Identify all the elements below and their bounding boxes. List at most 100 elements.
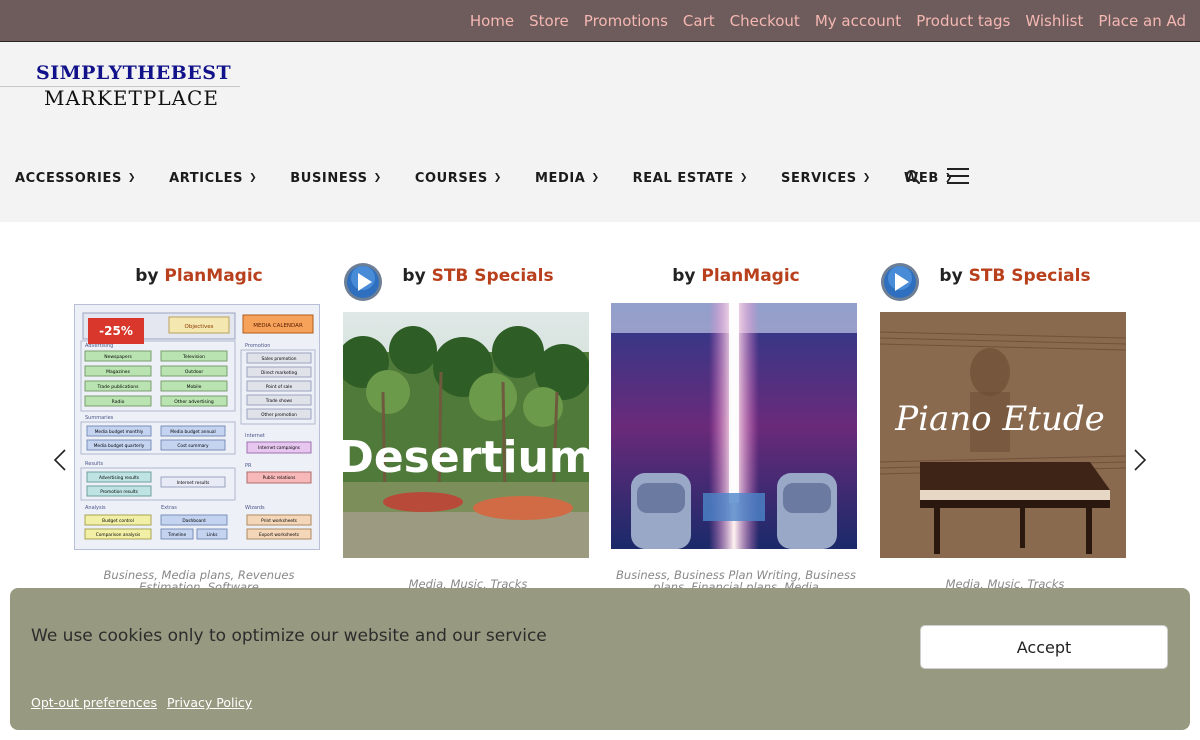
product-image[interactable]: Desertium [343,312,589,558]
cookie-banner: We use cookies only to optimize our webs… [10,588,1190,730]
topnav-cart-link[interactable]: Cart [683,12,715,30]
image-label: Public relations [263,475,296,481]
product-card[interactable]: by PlanMagic Objectives MEDIA CALENDAR A… [74,222,324,602]
image-label: Results [85,461,103,467]
cookie-links: Opt-out preferences Privacy Policy [31,695,252,710]
product-byline: by PlanMagic [74,266,324,286]
vendor-link[interactable]: PlanMagic [164,266,262,286]
image-label: Summaries [85,415,114,421]
image-label: Media budget annual [170,429,216,435]
hamburger-menu-icon[interactable] [947,168,969,186]
image-label: Sales promotion [262,356,297,362]
image-label: Extras [161,505,177,511]
vendor-link[interactable]: PlanMagic [701,266,799,286]
by-label: by [402,266,426,286]
site-header: SIMPLYTHEBEST MARKETPLACE ACCESSORIES ❯ A… [0,42,1200,222]
product-image[interactable]: Piano Etude [880,312,1126,558]
product-byline: by STB Specials [900,266,1130,286]
image-label: Media budget quarterly [94,443,145,449]
image-label: Comparison analysis [96,532,141,538]
nav-real-estate[interactable]: REAL ESTATE ❯ [633,171,748,186]
chevron-right-icon[interactable] [1130,448,1150,472]
image-label: Advertising results [99,475,140,481]
image-label: Other promotion [261,412,297,418]
image-label: PR [245,463,252,469]
top-navigation: Home Store Promotions Cart Checkout My a… [455,0,1186,41]
product-image[interactable] [611,303,857,549]
logo-line-1: SIMPLYTHEBEST [36,62,232,84]
image-label: Objectives [185,324,214,330]
image-label: Outdoor [185,369,204,375]
image-label: Newspapers [104,354,132,360]
desertium-cover: Desertium [343,312,589,558]
product-image[interactable]: Objectives MEDIA CALENDAR Advertising Ne… [74,304,320,550]
cockpit-cover [611,303,857,549]
nav-label: ACCESSORIES [15,170,122,186]
product-card[interactable]: by STB Specials Desertium Media, Music, … [343,222,593,602]
nav-label: BUSINESS [290,170,368,186]
accept-cookies-button[interactable]: Accept [920,625,1168,669]
image-label: Print worksheets [261,518,298,524]
nav-label: SERVICES [781,170,857,186]
chevron-down-icon: ❯ [127,173,137,183]
image-title: Desertium [343,432,589,483]
image-label: Direct marketing [261,370,297,376]
topnav-home-link[interactable]: Home [470,12,514,30]
image-label: Mobile [187,384,202,390]
product-card[interactable]: by PlanMagic Business, Business Plan Wri… [611,222,861,602]
image-label: Promotion [245,343,270,349]
image-label: Wizards [245,505,265,511]
topnav-promotions-link[interactable]: Promotions [584,12,668,30]
piano-etude-cover: Piano Etude [880,312,1126,558]
chevron-down-icon: ❯ [249,173,258,183]
image-label: Point of sale [266,384,293,390]
topnav-store-link[interactable]: Store [529,12,569,30]
vendor-link[interactable]: STB Specials [969,266,1091,286]
image-label: Magazines [106,369,130,375]
chevron-left-icon[interactable] [50,448,70,472]
topnav-place-an-ad-link[interactable]: Place an Ad [1098,12,1186,30]
main-navigation: ACCESSORIES ❯ ARTICLES ❯ BUSINESS ❯ COURSES… [15,166,986,190]
product-byline: by STB Specials [363,266,593,286]
image-label: Dashboard [182,518,206,524]
by-label: by [672,266,696,286]
nav-articles[interactable]: ARTICLES ❯ [169,171,257,186]
nav-label: REAL ESTATE [632,170,734,186]
chevron-down-icon: ❯ [862,173,871,183]
image-label: Internet results [177,480,211,486]
image-label: Radio [112,399,125,405]
chevron-down-icon: ❯ [739,173,749,183]
opt-out-preferences-link[interactable]: Opt-out preferences [31,695,157,710]
image-label: Television [182,354,205,360]
site-logo[interactable]: SIMPLYTHEBEST MARKETPLACE [0,60,240,116]
nav-media[interactable]: MEDIA ❯ [535,171,600,186]
image-title: Piano Etude [894,399,1104,439]
topnav-wishlist-link[interactable]: Wishlist [1025,12,1083,30]
topnav-my-account-link[interactable]: My account [815,12,901,30]
logo-line-2: MARKETPLACE [44,86,219,110]
image-label: Export worksheets [259,532,300,538]
nav-courses[interactable]: COURSES ❯ [415,171,502,186]
image-label: Media budget monthly [95,429,144,435]
image-label: Analysis [85,505,106,511]
chevron-down-icon: ❯ [373,173,382,183]
nav-accessories[interactable]: ACCESSORIES ❯ [15,171,136,186]
image-label: Budget control [102,518,134,524]
nav-services[interactable]: SERVICES ❯ [781,171,871,186]
topnav-checkout-link[interactable]: Checkout [730,12,800,30]
search-icon[interactable] [905,169,921,185]
nav-label: MEDIA [534,170,586,186]
product-card[interactable]: by STB Specials Piano Etude Media, Music… [880,222,1130,602]
image-label: Internet [245,433,265,439]
nav-business[interactable]: BUSINESS ❯ [290,171,382,186]
image-label: Other advertising [174,399,214,405]
vendor-link[interactable]: STB Specials [432,266,554,286]
privacy-policy-link[interactable]: Privacy Policy [167,695,252,710]
nav-label: COURSES [414,170,488,186]
cookie-message: We use cookies only to optimize our webs… [31,626,547,646]
image-label: Cost summary [177,443,209,449]
by-label: by [135,266,159,286]
discount-badge: -25% [88,318,144,344]
image-label: Links [206,532,218,538]
topnav-product-tags-link[interactable]: Product tags [916,12,1010,30]
